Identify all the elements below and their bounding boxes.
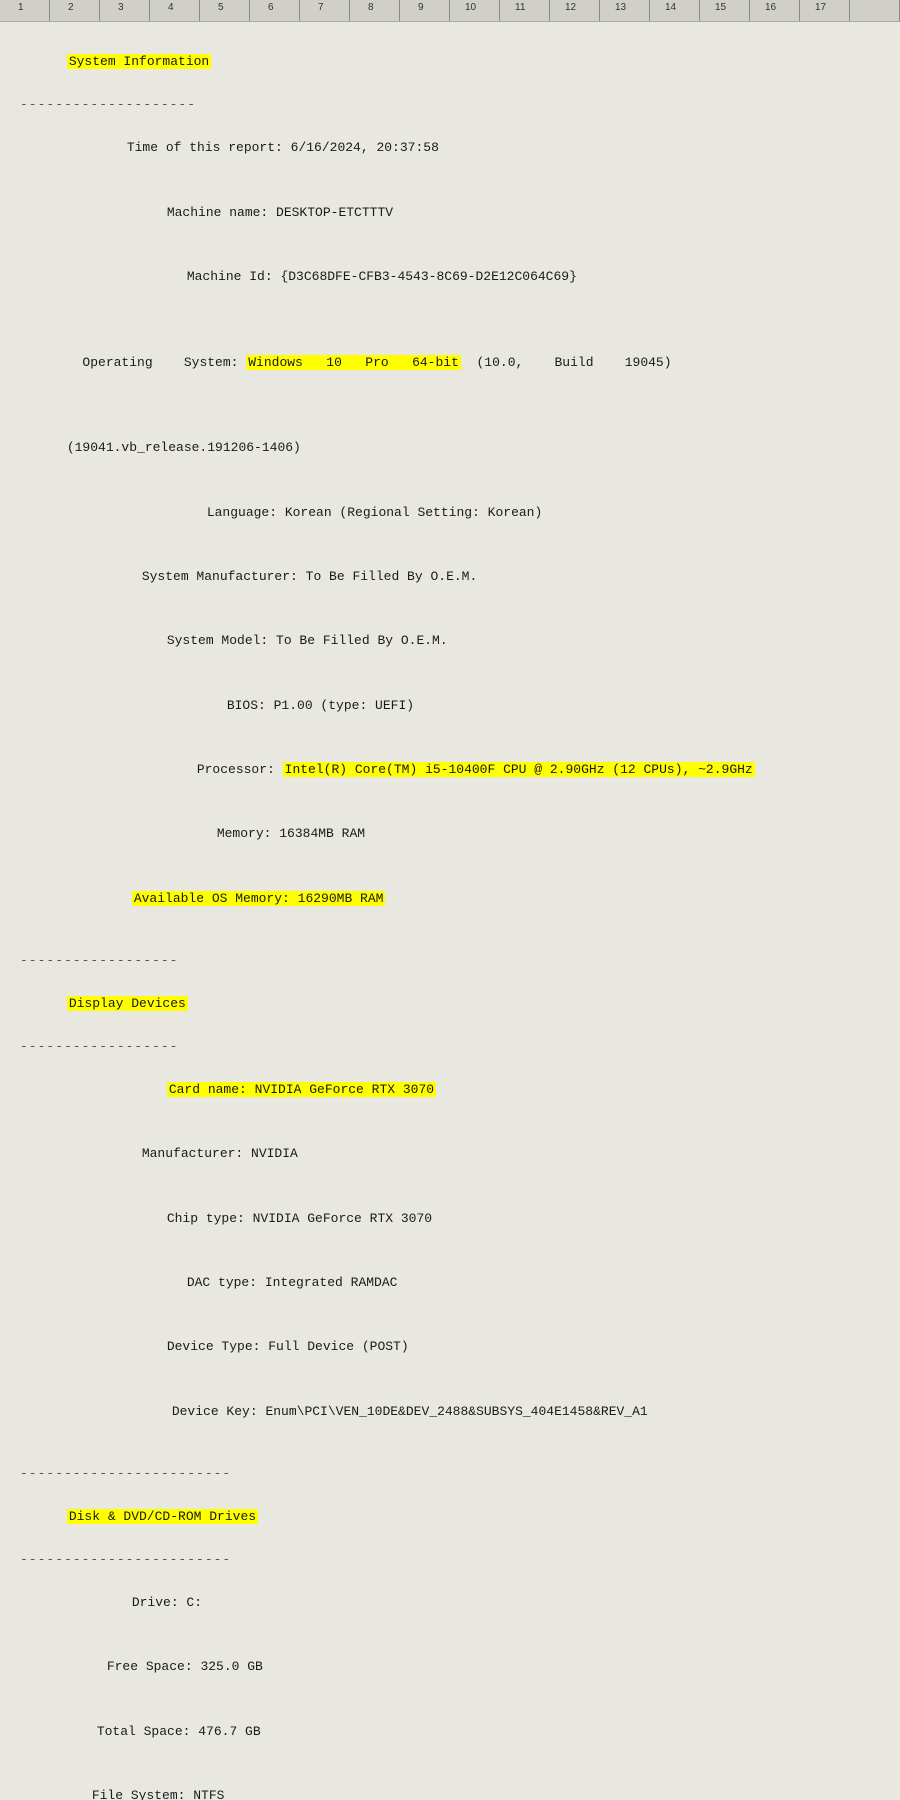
display-devices-title: Display Devices — [20, 972, 880, 1036]
file-system: File System: NTFS — [20, 1764, 880, 1800]
separator-1: -------------------- — [20, 94, 880, 115]
time-of-report: Time of this report: 6/16/2024, 20:37:58 — [20, 116, 880, 180]
device-key: Device Key: Enum\PCI\VEN_10DE&DEV_2488&S… — [20, 1379, 880, 1443]
system-info-title: System Information — [20, 30, 880, 94]
display-separator-bottom: ------------------ — [20, 1036, 880, 1057]
ruler: 1 2 3 4 5 6 7 8 9 10 11 12 13 14 15 16 1… — [0, 0, 900, 22]
os-build-extra: (19041.vb_release.191206-1406) — [20, 416, 880, 480]
sys-model: System Model: To Be Filled By O.E.M. — [20, 609, 880, 673]
machine-id: Machine Id: {D3C68DFE-CFB3-4543-8C69-D2E… — [20, 244, 880, 308]
disk-separator-top: ------------------------ — [20, 1463, 880, 1484]
gpu-manufacturer: Manufacturer: NVIDIA — [20, 1122, 880, 1186]
chip-type: Chip type: NVIDIA GeForce RTX 3070 — [20, 1186, 880, 1250]
machine-name: Machine name: DESKTOP-ETCTTTV — [20, 180, 880, 244]
display-separator-top: ------------------ — [20, 950, 880, 971]
processor: Processor: Intel(R) Core(TM) i5-10400F C… — [20, 737, 880, 801]
bios: BIOS: P1.00 (type: UEFI) — [20, 673, 880, 737]
drive: Drive: C: — [20, 1571, 880, 1635]
system-information-section: System Information -------------------- … — [20, 30, 880, 930]
language: Language: Korean (Regional Setting: Kore… — [20, 480, 880, 544]
free-space: Free Space: 325.0 GB — [20, 1635, 880, 1699]
sys-manufacturer: System Manufacturer: To Be Filled By O.E… — [20, 545, 880, 609]
operating-system: Operating System: Windows 10 Pro 64-bit … — [20, 309, 880, 416]
available-os-memory: Available OS Memory: 16290MB RAM — [20, 866, 880, 930]
main-content: System Information -------------------- … — [0, 22, 900, 1800]
card-name: Card name: NVIDIA GeForce RTX 3070 — [20, 1058, 880, 1122]
total-space: Total Space: 476.7 GB — [20, 1699, 880, 1763]
device-type: Device Type: Full Device (POST) — [20, 1315, 880, 1379]
memory: Memory: 16384MB RAM — [20, 802, 880, 866]
dac-type: DAC type: Integrated RAMDAC — [20, 1251, 880, 1315]
disk-separator-bottom: ------------------------ — [20, 1549, 880, 1570]
disk-drives-title: Disk & DVD/CD-ROM Drives — [20, 1485, 880, 1549]
disk-drives-section: ------------------------ Disk & DVD/CD-R… — [20, 1463, 880, 1800]
display-devices-section: ------------------ Display Devices -----… — [20, 950, 880, 1443]
